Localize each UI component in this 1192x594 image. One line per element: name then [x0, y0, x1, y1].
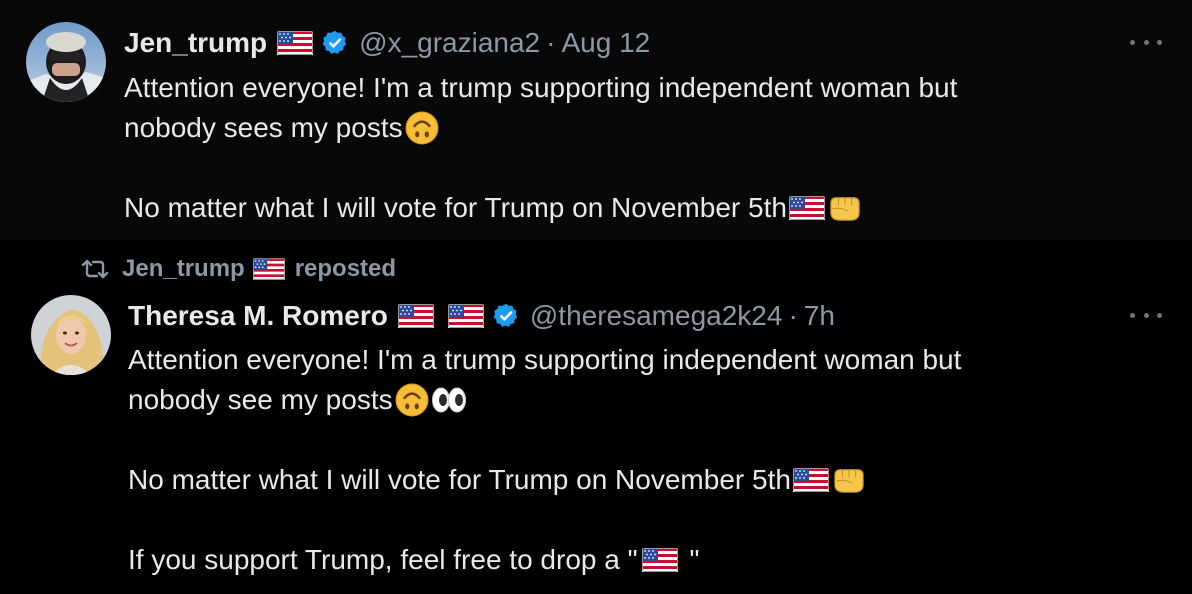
us-flag-icon	[788, 196, 825, 220]
display-name[interactable]: Jen_trump	[124, 25, 267, 61]
tweet-post[interactable]: Jen_trump reposted Theresa M. Romero @th…	[0, 240, 1192, 594]
post-text-line: Attention everyone! I'm a trump supporti…	[124, 72, 958, 103]
upside-down-face-emoji	[404, 111, 439, 145]
verified-badge-icon[interactable]	[492, 302, 520, 330]
separator-dot: ·	[546, 27, 556, 58]
repost-indicator: Jen_trump reposted	[80, 255, 396, 283]
post-timestamp[interactable]: 7h	[804, 298, 835, 334]
post-text: Attention everyone! I'm a trump supporti…	[128, 340, 961, 580]
us-flag-icon	[252, 258, 285, 280]
us-flag-icon	[641, 548, 678, 572]
post-text-line: nobody sees my posts	[124, 108, 957, 148]
post-text: Attention everyone! I'm a trump supporti…	[124, 68, 957, 228]
fist-bump-emoji	[834, 469, 864, 493]
verified-badge-icon[interactable]	[321, 29, 349, 57]
separator-dot: ·	[788, 300, 798, 331]
post-timestamp[interactable]: Aug 12	[561, 25, 650, 61]
more-icon[interactable]	[1130, 305, 1162, 325]
us-flag-icon	[447, 304, 484, 328]
user-handle[interactable]: @x_graziana2	[359, 25, 540, 61]
us-flag-icon	[792, 468, 829, 492]
us-flag-icon	[397, 304, 434, 328]
tweet-post[interactable]: Jen_trump @x_graziana2 · Aug 12 Attentio…	[0, 0, 1192, 240]
repost-author[interactable]: Jen_trump	[122, 255, 245, 283]
repost-icon	[81, 259, 109, 279]
post-text-line: If you support Trump, feel free to drop …	[128, 544, 700, 575]
post-text-line: Attention everyone! I'm a trump supporti…	[128, 344, 962, 375]
post-header: Jen_trump @x_graziana2 · Aug 12	[124, 25, 650, 61]
post-text-line: nobody see my posts	[128, 380, 961, 420]
post-text-line: No matter what I will vote for Trump on …	[124, 188, 957, 228]
user-handle[interactable]: @theresamega2k24	[530, 298, 783, 334]
post-header: Theresa M. Romero @theresamega2k24 · 7h	[128, 298, 835, 334]
repost-label: reposted	[294, 255, 397, 282]
fist-bump-emoji	[830, 197, 860, 221]
avatar[interactable]	[31, 295, 111, 375]
us-flag-icon	[277, 31, 314, 55]
avatar[interactable]	[26, 22, 106, 102]
display-name[interactable]: Theresa M. Romero	[128, 298, 388, 334]
post-text-line: No matter what I will vote for Trump on …	[128, 460, 961, 500]
eyes-emoji	[431, 387, 466, 413]
more-icon[interactable]	[1130, 32, 1162, 52]
upside-down-face-emoji	[394, 383, 429, 417]
